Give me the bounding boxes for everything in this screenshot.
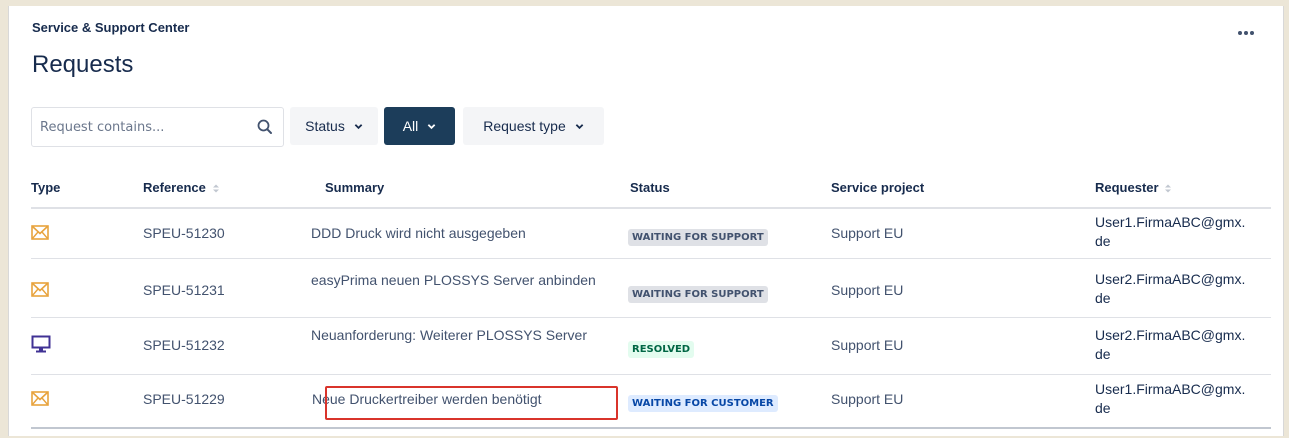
page-title: Requests: [32, 51, 134, 78]
requester: User2.FirmaABC@gmx. de: [1095, 271, 1246, 306]
more-dot-icon: [1250, 31, 1254, 35]
portal-name[interactable]: Service & Support Center: [32, 20, 190, 35]
column-header-service-project: Service project: [831, 180, 925, 195]
column-header-type: Type: [31, 180, 61, 195]
requests-page: Service & Support Center Requests Status…: [8, 6, 1284, 436]
status-badge: WAITING FOR SUPPORT: [628, 283, 768, 303]
request-summary[interactable]: Neuanforderung: Weiterer PLOSSYS Server: [311, 326, 601, 345]
scope-filter-button[interactable]: All: [384, 107, 455, 145]
more-dot-icon: [1244, 31, 1248, 35]
request-reference[interactable]: SPEU-51232: [143, 336, 225, 355]
service-project: Support EU: [831, 391, 904, 407]
search-icon[interactable]: [256, 118, 274, 136]
envelope-icon: [31, 282, 49, 297]
request-summary[interactable]: easyPrima neuen PLOSSYS Server anbinden: [311, 271, 601, 290]
service-project: Support EU: [831, 225, 904, 241]
request-summary[interactable]: DDD Druck wird nicht ausgegeben: [311, 224, 601, 243]
row-divider: [31, 374, 1271, 375]
envelope-icon: [31, 391, 49, 406]
requester: User1.FirmaABC@gmx. de: [1095, 214, 1246, 249]
more-dot-icon: [1238, 31, 1242, 35]
column-header-requester[interactable]: Requester: [1095, 180, 1172, 195]
search-input[interactable]: [32, 108, 268, 146]
column-header-reference[interactable]: Reference: [143, 180, 219, 195]
service-project: Support EU: [831, 282, 904, 298]
column-header-summary: Summary: [325, 180, 385, 195]
request-reference[interactable]: SPEU-51229: [143, 390, 225, 409]
status-badge: WAITING FOR CUSTOMER: [628, 392, 778, 412]
envelope-icon: [31, 225, 49, 240]
request-reference[interactable]: SPEU-51230: [143, 224, 225, 243]
table-row[interactable]: SPEU-51230 DDD Druck wird nicht ausgegeb…: [31, 211, 1271, 258]
request-reference[interactable]: SPEU-51231: [143, 281, 225, 300]
header-divider: [31, 207, 1271, 209]
requester: User2.FirmaABC@gmx. de: [1095, 327, 1246, 362]
table-row[interactable]: SPEU-51232 Neuanforderung: Weiterer PLOS…: [31, 323, 1271, 370]
request-type-filter-button[interactable]: Request type: [463, 107, 604, 145]
status-badge: RESOLVED: [628, 338, 695, 358]
row-divider: [31, 258, 1271, 259]
table-bottom-divider: [31, 427, 1271, 429]
requester: User1.FirmaABC@gmx. de: [1095, 381, 1246, 416]
sort-icon: [212, 184, 219, 193]
annotation-highlight-box: [325, 386, 618, 420]
search-box: [31, 107, 284, 147]
column-header-status: Status: [630, 180, 670, 195]
status-badge: WAITING FOR SUPPORT: [628, 226, 768, 246]
scope-filter-label: All: [402, 118, 419, 134]
sort-icon: [1165, 184, 1172, 193]
service-project: Support EU: [831, 337, 904, 353]
more-actions-button[interactable]: [1233, 23, 1259, 43]
table-row[interactable]: SPEU-51231 easyPrima neuen PLOSSYS Serve…: [31, 268, 1271, 315]
chevron-down-icon: [427, 123, 436, 129]
monitor-icon: [31, 335, 51, 353]
chevron-down-icon: [354, 123, 363, 129]
table-row[interactable]: SPEU-51229 Neue Druckertreiber werden be…: [31, 379, 1271, 426]
request-type-filter-label: Request type: [483, 118, 566, 134]
status-filter-label: Status: [305, 118, 345, 134]
row-divider: [31, 317, 1271, 318]
chevron-down-icon: [575, 123, 584, 129]
status-filter-button[interactable]: Status: [290, 107, 378, 145]
